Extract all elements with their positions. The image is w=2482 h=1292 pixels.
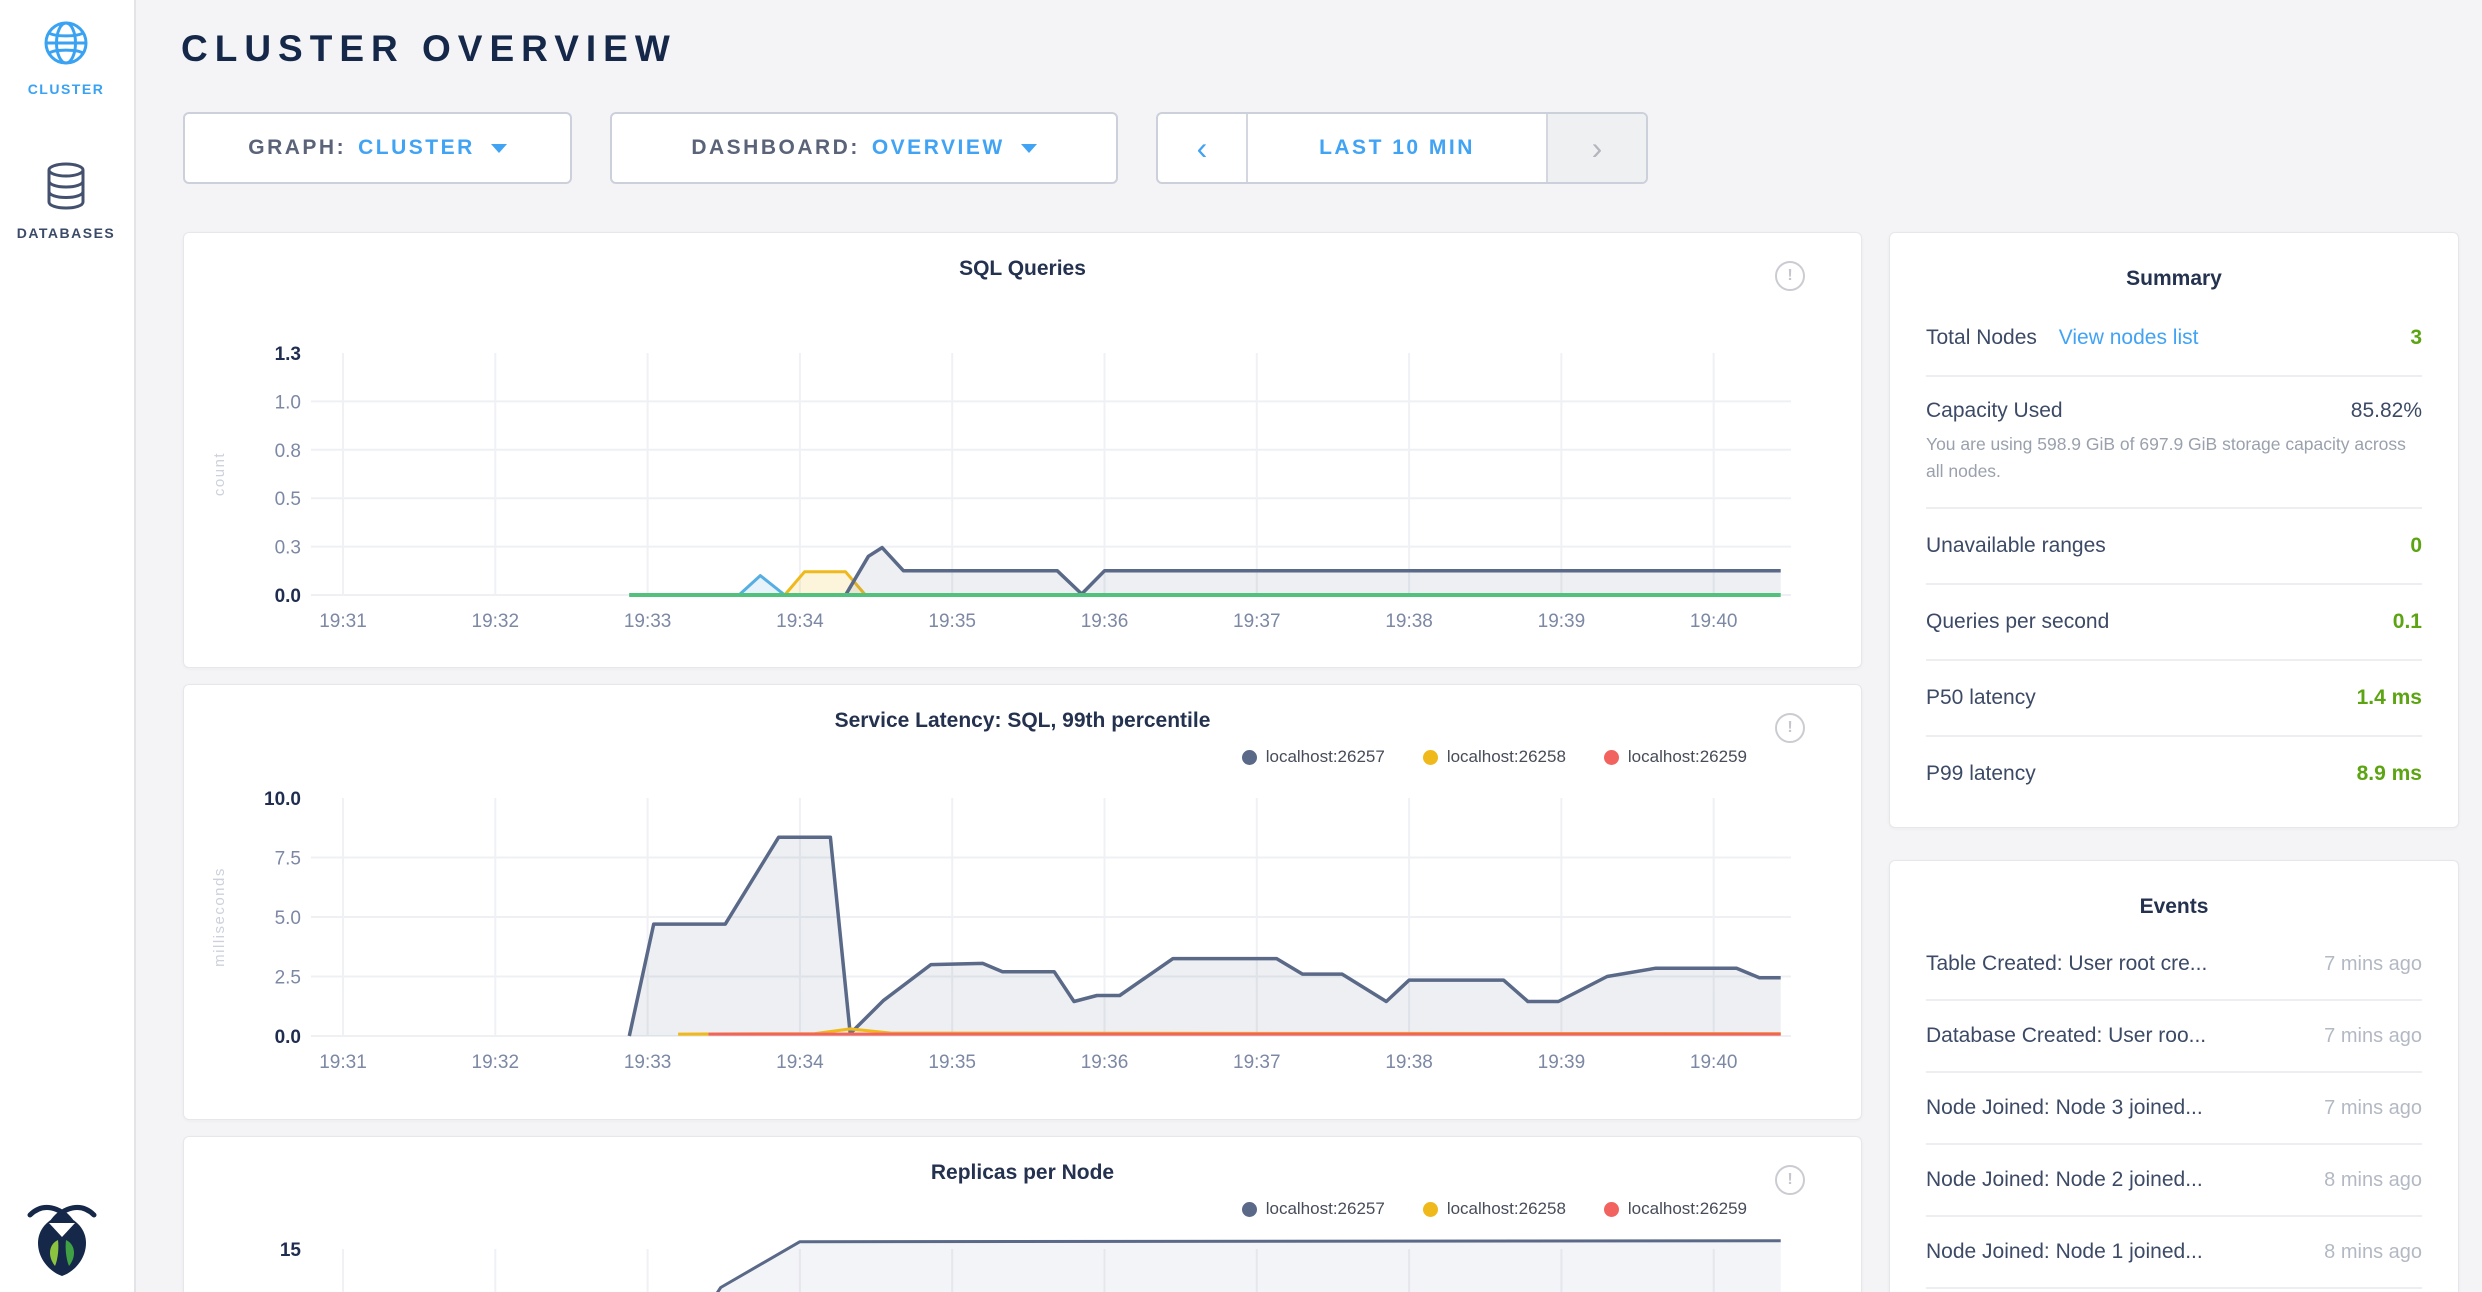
chart-card-replicas-per-node: Replicas per Node ! localhost:26257local… bbox=[183, 1136, 1862, 1292]
summary-title: Summary bbox=[1926, 267, 2422, 291]
svg-text:19:40: 19:40 bbox=[1690, 1052, 1738, 1073]
chevron-down-icon bbox=[1021, 144, 1037, 153]
graph-dropdown[interactable]: GRAPH: CLUSTER bbox=[183, 112, 572, 184]
svg-text:0.3: 0.3 bbox=[275, 538, 301, 559]
event-row: Node Joined: Node 3 joined... 7 mins ago bbox=[1926, 1073, 2422, 1145]
event-text: Table Created: User root cre... bbox=[1926, 952, 2207, 976]
svg-text:19:35: 19:35 bbox=[928, 1052, 976, 1073]
chevron-left-icon: ‹ bbox=[1197, 130, 1208, 167]
svg-text:19:38: 19:38 bbox=[1385, 1052, 1433, 1073]
event-time: 7 mins ago bbox=[2324, 1097, 2422, 1120]
svg-text:10.0: 10.0 bbox=[264, 789, 301, 810]
globe-icon bbox=[43, 20, 89, 66]
event-row: Database Created: User roo... 7 mins ago bbox=[1926, 1001, 2422, 1073]
svg-text:19:40: 19:40 bbox=[1690, 611, 1738, 632]
cluster-overview-page: CLUSTER DATABASES bbox=[0, 0, 2482, 1292]
time-range-selector: ‹ LAST 10 MIN › bbox=[1156, 112, 1648, 184]
event-row: Node Joined: Node 2 joined... 8 mins ago bbox=[1926, 1145, 2422, 1217]
events-title: Events bbox=[1926, 895, 2422, 919]
svg-text:19:32: 19:32 bbox=[472, 1052, 520, 1073]
svg-text:19:39: 19:39 bbox=[1538, 611, 1586, 632]
chevron-down-icon bbox=[491, 144, 507, 153]
svg-text:2.5: 2.5 bbox=[275, 968, 301, 989]
event-time: 7 mins ago bbox=[2324, 1025, 2422, 1048]
svg-text:19:37: 19:37 bbox=[1233, 611, 1281, 632]
svg-text:19:32: 19:32 bbox=[472, 611, 520, 632]
svg-text:19:34: 19:34 bbox=[776, 1052, 824, 1073]
svg-text:19:37: 19:37 bbox=[1233, 1052, 1281, 1073]
svg-text:19:33: 19:33 bbox=[624, 611, 672, 632]
capacity-value: 85.82% bbox=[2351, 399, 2422, 423]
dashboard-dropdown[interactable]: DASHBOARD: OVERVIEW bbox=[610, 112, 1118, 184]
capacity-description: You are using 598.9 GiB of 697.9 GiB sto… bbox=[1926, 431, 2422, 485]
svg-text:19:33: 19:33 bbox=[624, 1052, 672, 1073]
cockroach-logo[interactable] bbox=[27, 1198, 97, 1276]
chevron-right-icon: › bbox=[1592, 130, 1603, 167]
chart-card-service-latency: Service Latency: SQL, 99th percentile ! … bbox=[183, 684, 1862, 1120]
event-row: Table Created: User root cre... 7 mins ag… bbox=[1926, 929, 2422, 1001]
sidebar-item-cluster[interactable]: CLUSTER bbox=[0, 20, 132, 97]
svg-text:19:35: 19:35 bbox=[928, 611, 976, 632]
chart-card-sql-queries: SQL Queries ! 1.31.00.80.50.30.019:3119:… bbox=[183, 232, 1862, 668]
summary-row-p99-latency: P99 latency 8.9 ms bbox=[1926, 737, 2422, 811]
svg-text:5.0: 5.0 bbox=[275, 908, 301, 929]
event-time: 7 mins ago bbox=[2324, 953, 2422, 976]
svg-text:19:31: 19:31 bbox=[319, 1052, 367, 1073]
view-nodes-list-link[interactable]: View nodes list bbox=[2059, 326, 2199, 349]
page-title: CLUSTER OVERVIEW bbox=[181, 28, 677, 70]
event-text: Database Created: User roo... bbox=[1926, 1024, 2206, 1048]
summary-row-total-nodes: Total Nodes View nodes list 3 bbox=[1926, 301, 2422, 377]
events-list: Table Created: User root cre... 7 mins ag… bbox=[1926, 929, 2422, 1289]
svg-text:1.3: 1.3 bbox=[275, 344, 301, 365]
replicas-per-node-chart[interactable]: 151019:3119:3219:3319:3419:3519:3619:371… bbox=[184, 1137, 1863, 1292]
svg-text:19:36: 19:36 bbox=[1081, 1052, 1129, 1073]
svg-text:milliseconds: milliseconds bbox=[211, 867, 228, 967]
svg-text:19:39: 19:39 bbox=[1538, 1052, 1586, 1073]
total-nodes-value: 3 bbox=[2410, 326, 2422, 350]
sidebar: CLUSTER DATABASES bbox=[0, 0, 136, 1292]
time-range-next-button[interactable]: › bbox=[1546, 114, 1646, 182]
summary-row-queries-per-second: Queries per second 0.1 bbox=[1926, 585, 2422, 661]
events-panel: Events Table Created: User root cre... 7 … bbox=[1889, 860, 2459, 1292]
graph-dropdown-label: GRAPH: bbox=[248, 136, 346, 160]
event-text: Node Joined: Node 2 joined... bbox=[1926, 1168, 2203, 1192]
event-row: Node Joined: Node 1 joined... 8 mins ago bbox=[1926, 1217, 2422, 1289]
svg-text:7.5: 7.5 bbox=[275, 849, 301, 870]
svg-text:19:36: 19:36 bbox=[1081, 611, 1129, 632]
summary-row-p50-latency: P50 latency 1.4 ms bbox=[1926, 661, 2422, 737]
svg-text:0.0: 0.0 bbox=[275, 1027, 301, 1048]
service-latency-chart[interactable]: 10.0 7.5 5.0 2.5 0.0 19:31 19:32 19:33 19:34 19:3… bbox=[184, 685, 1863, 1121]
svg-text:0.8: 0.8 bbox=[275, 441, 301, 462]
database-icon bbox=[45, 162, 87, 210]
dashboard-dropdown-value: OVERVIEW bbox=[872, 136, 1005, 160]
summary-row-capacity: Capacity Used 85.82% You are using 598.9… bbox=[1926, 377, 2422, 509]
sidebar-item-databases[interactable]: DATABASES bbox=[0, 162, 132, 241]
event-text: Node Joined: Node 1 joined... bbox=[1926, 1240, 2203, 1264]
sql-queries-chart[interactable]: 1.3 1.0 0.8 0.5 0.3 0.0 19:31 19:32 19:33 19:34 19… bbox=[184, 233, 1863, 669]
summary-panel: Summary Total Nodes View nodes list 3 Ca… bbox=[1889, 232, 2459, 828]
svg-text:19:31: 19:31 bbox=[319, 611, 367, 632]
svg-text:0.0: 0.0 bbox=[275, 586, 301, 607]
svg-text:1.0: 1.0 bbox=[275, 392, 301, 413]
event-text: Node Joined: Node 3 joined... bbox=[1926, 1096, 2203, 1120]
dashboard-dropdown-label: DASHBOARD: bbox=[691, 136, 860, 160]
svg-text:count: count bbox=[211, 452, 228, 496]
svg-text:19:34: 19:34 bbox=[776, 611, 824, 632]
time-range-label[interactable]: LAST 10 MIN bbox=[1248, 114, 1546, 182]
total-nodes-label: Total Nodes bbox=[1926, 326, 2037, 349]
graph-dropdown-value: CLUSTER bbox=[358, 136, 475, 160]
svg-text:15: 15 bbox=[280, 1240, 302, 1261]
capacity-label: Capacity Used bbox=[1926, 399, 2063, 423]
event-time: 8 mins ago bbox=[2324, 1241, 2422, 1264]
svg-text:19:38: 19:38 bbox=[1385, 611, 1433, 632]
svg-text:0.5: 0.5 bbox=[275, 489, 301, 510]
sidebar-item-label: CLUSTER bbox=[0, 81, 132, 97]
event-time: 8 mins ago bbox=[2324, 1169, 2422, 1192]
time-range-prev-button[interactable]: ‹ bbox=[1158, 114, 1248, 182]
sidebar-item-label: DATABASES bbox=[0, 225, 132, 241]
summary-row-unavailable-ranges: Unavailable ranges 0 bbox=[1926, 509, 2422, 585]
